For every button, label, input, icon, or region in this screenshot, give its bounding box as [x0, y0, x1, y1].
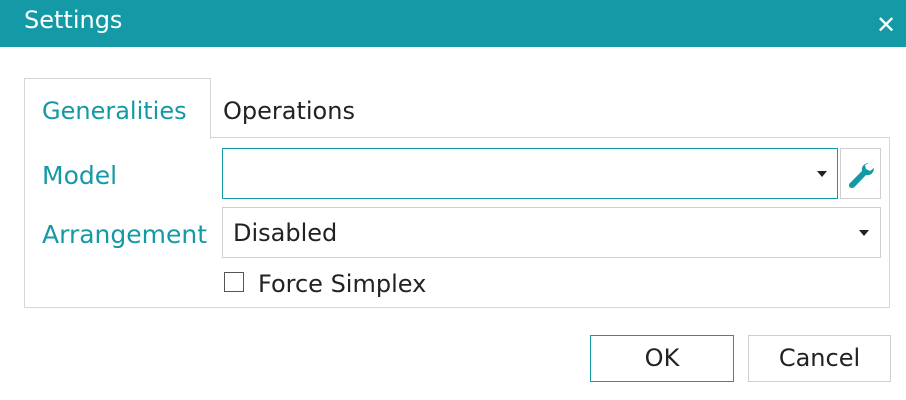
model-settings-button[interactable] — [840, 148, 881, 199]
cancel-button[interactable]: Cancel — [748, 335, 891, 382]
title-bar: Settings ✕ — [0, 0, 906, 47]
arrangement-value: Disabled — [233, 219, 338, 247]
force-simplex-checkbox[interactable] — [224, 272, 244, 292]
arrangement-combobox[interactable]: Disabled — [222, 207, 881, 258]
window-title: Settings — [24, 6, 123, 34]
ok-button[interactable]: OK — [590, 335, 734, 382]
dropdown-arrow-icon — [817, 171, 827, 177]
force-simplex-label[interactable]: Force Simplex — [258, 269, 426, 299]
model-label: Model — [42, 161, 118, 190]
wrench-icon — [848, 163, 874, 188]
dropdown-arrow-icon — [859, 230, 869, 236]
close-icon[interactable]: ✕ — [873, 12, 899, 38]
arrangement-label: Arrangement — [42, 220, 208, 249]
model-combobox[interactable] — [222, 148, 838, 199]
tab-generalities[interactable]: Generalities — [24, 78, 211, 139]
tab-generalities-label: Generalities — [42, 97, 187, 125]
tab-operations[interactable]: Operations — [223, 96, 355, 126]
